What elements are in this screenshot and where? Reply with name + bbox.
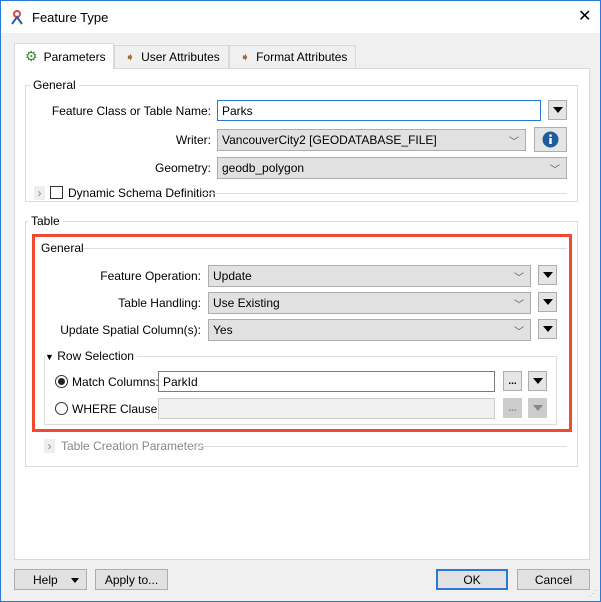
arrow-tag-icon: ➧ bbox=[240, 50, 251, 64]
help-button[interactable]: Help bbox=[14, 569, 87, 590]
writer-info-button[interactable] bbox=[534, 127, 567, 152]
dynamic-schema-checkbox[interactable] bbox=[50, 186, 63, 199]
feature-class-dropdown-button[interactable] bbox=[548, 100, 567, 120]
close-icon[interactable]: ✕ bbox=[578, 6, 591, 26]
arrow-tag-icon: ➧ bbox=[125, 50, 136, 64]
caret-down-icon bbox=[71, 578, 79, 583]
chevron-right-icon[interactable]: › bbox=[44, 439, 55, 453]
info-icon bbox=[542, 131, 559, 148]
window-title: Feature Type bbox=[32, 10, 109, 25]
chevron-right-icon[interactable]: › bbox=[34, 186, 45, 200]
table-creation-label[interactable]: Table Creation Parameters bbox=[61, 439, 204, 453]
resize-grip-icon[interactable]: ⋰ bbox=[589, 589, 597, 598]
table-legend: Table bbox=[28, 214, 63, 228]
geometry-select[interactable]: geodb_polygon ﹀ bbox=[217, 157, 567, 179]
gear-icon: ⚙ bbox=[25, 48, 38, 64]
tab-label: User Attributes bbox=[141, 50, 220, 64]
feature-class-input[interactable]: Parks bbox=[217, 100, 541, 121]
geometry-value: geodb_polygon bbox=[222, 161, 305, 175]
tab-label: Format Attributes bbox=[256, 50, 348, 64]
divider bbox=[201, 193, 567, 194]
tab-parameters[interactable]: ⚙ Parameters bbox=[14, 43, 114, 69]
writer-label: Writer: bbox=[175, 133, 211, 147]
app-icon bbox=[11, 10, 23, 25]
apply-to-button[interactable]: Apply to... bbox=[95, 569, 168, 590]
tab-label: Parameters bbox=[43, 49, 106, 64]
general-legend: General bbox=[30, 78, 79, 92]
chevron-down-icon: ﹀ bbox=[509, 137, 519, 148]
chevron-down-icon: ﹀ bbox=[550, 165, 560, 176]
title-bar: Feature Type ✕ bbox=[1, 1, 600, 33]
writer-select[interactable]: VancouverCity2 [GEODATABASE_FILE] ﹀ bbox=[217, 129, 526, 151]
tab-format-attributes[interactable]: ➧ Format Attributes bbox=[229, 45, 356, 68]
geometry-label: Geometry: bbox=[154, 161, 211, 175]
ok-button[interactable]: OK bbox=[436, 569, 508, 590]
divider bbox=[193, 446, 567, 447]
dynamic-schema-label: Dynamic Schema Definition bbox=[68, 186, 216, 200]
feature-type-dialog: Feature Type ✕ ⚙ Parameters ➧ User Attri… bbox=[0, 0, 601, 602]
cancel-button[interactable]: Cancel bbox=[517, 569, 590, 590]
writer-value: VancouverCity2 [GEODATABASE_FILE] bbox=[222, 133, 437, 147]
feature-class-label: Feature Class or Table Name: bbox=[51, 104, 211, 118]
help-label: Help bbox=[33, 572, 58, 587]
highlight-box bbox=[32, 234, 572, 432]
tab-user-attributes[interactable]: ➧ User Attributes bbox=[114, 45, 229, 68]
